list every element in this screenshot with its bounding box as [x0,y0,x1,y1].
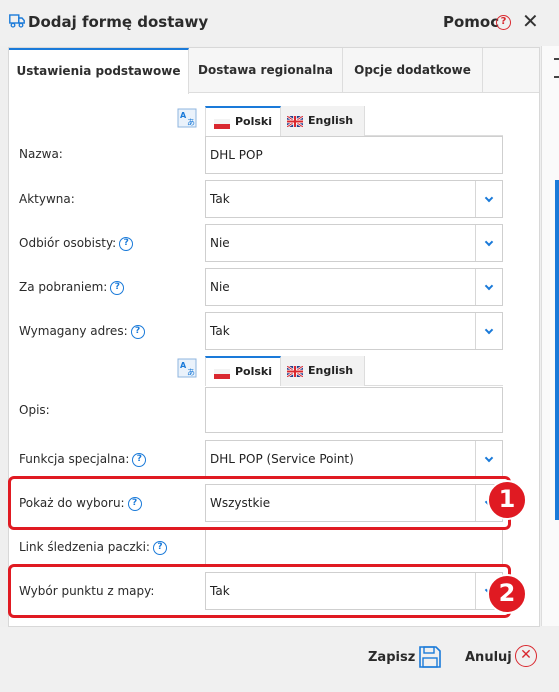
name-input[interactable]: DHL POP [205,136,503,174]
help-icon[interactable]: ? [110,280,125,295]
help-icon[interactable]: ? [119,236,134,251]
special-function-value: DHL POP (Service Point) [210,452,354,466]
annotation-badge-1: 1 [487,480,527,520]
truck-icon [9,14,25,28]
translate-icon[interactable]: A あ [177,358,197,378]
flag-uk-icon [287,366,303,377]
highlight-box-1 [8,476,511,530]
save-label: Zapisz [368,650,416,665]
description-input[interactable] [205,387,503,433]
cancel-label: Anuluj [465,650,512,665]
svg-text:A: A [180,111,187,120]
help-icon[interactable]: ? [132,452,147,467]
svg-text:あ: あ [187,118,195,127]
dialog-header: Dodaj formę dostawy Pomoc ? ✕ [0,0,559,46]
tab-bar: Ustawienia podstawowe Dostawa regionalna… [9,48,539,94]
tracking-link-label: Link śledzenia paczki:? [19,540,167,555]
special-function-select[interactable]: DHL POP (Service Point) [205,440,503,478]
chevron-down-icon[interactable] [475,313,502,349]
tracking-link-input[interactable] [205,528,503,566]
svg-text:A: A [180,361,187,370]
save-button[interactable]: Zapisz [368,645,441,671]
chevron-down-icon[interactable] [475,441,502,477]
svg-text:あ: あ [187,368,195,377]
close-button[interactable]: ✕ [522,9,539,33]
chevron-down-icon[interactable] [475,225,502,261]
pickup-select-value: Nie [210,236,230,250]
scrollbar[interactable] [555,180,559,520]
close-circle-icon: ✕ [515,645,537,667]
menu-icon [554,58,559,78]
annotation-badge-2: 2 [487,574,527,614]
help-icon[interactable]: ? [152,540,167,555]
pickup-select[interactable]: Nie [205,224,503,262]
language-tabs: Polski English [205,106,503,136]
address-label: Wymagany adres:? [19,324,145,339]
active-select[interactable]: Tak [205,180,503,218]
cod-label: Za pobraniem:? [19,280,125,295]
language-tab-polish[interactable]: Polski [205,356,281,386]
help-link[interactable]: Pomoc [443,13,499,31]
language-tabs: Polski English [205,356,503,386]
flag-pl-icon [214,369,230,379]
address-select[interactable]: Tak [205,312,503,350]
description-label: Opis: [19,403,50,417]
active-label: Aktywna: [19,192,75,206]
flag-pl-icon [214,119,230,129]
special-function-label: Funkcja specjalna:? [19,452,147,467]
name-label: Nazwa: [19,147,63,161]
floppy-disk-icon [419,646,441,668]
translate-icon[interactable]: A あ [177,108,197,128]
cod-select[interactable]: Nie [205,268,503,306]
cancel-button[interactable]: Anuluj ✕ [465,645,537,671]
tab-regional-delivery[interactable]: Dostawa regionalna [189,48,343,93]
form-panel: Ustawienia podstawowe Dostawa regionalna… [8,47,540,627]
tab-basic-settings[interactable]: Ustawienia podstawowe [9,48,189,94]
language-tab-english[interactable]: English [281,356,365,386]
flag-uk-icon [287,116,303,127]
chevron-down-icon[interactable] [475,269,502,305]
chevron-down-icon[interactable] [475,181,502,217]
address-select-value: Tak [210,324,230,338]
pickup-label: Odbiór osobisty:? [19,236,134,251]
cod-select-value: Nie [210,280,230,294]
active-select-value: Tak [210,192,230,206]
help-icon[interactable]: ? [130,324,145,339]
help-icon[interactable]: ? [496,15,511,30]
dialog-footer: Zapisz Anuluj ✕ [0,627,559,692]
language-tab-polish[interactable]: Polski [205,106,281,136]
tab-additional-options[interactable]: Opcje dodatkowe [343,48,483,93]
language-tab-english[interactable]: English [281,106,365,136]
background-window-strip [541,46,559,626]
highlight-box-2 [8,564,511,618]
dialog-title: Dodaj formę dostawy [28,13,209,31]
